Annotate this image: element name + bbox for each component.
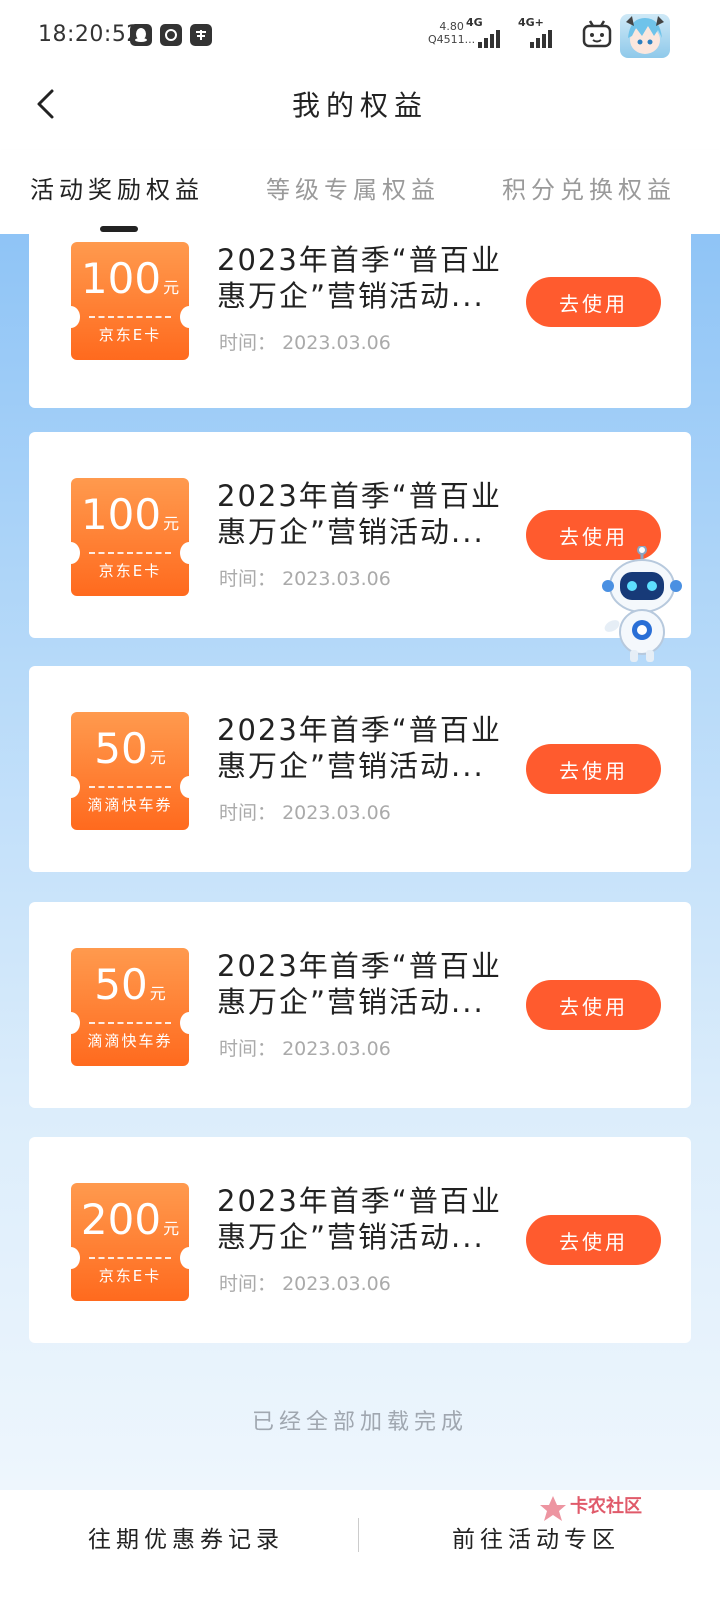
coupon-amount: 100 [80,490,162,539]
tab-points-exchange[interactable]: 积分兑换权益 [502,170,676,205]
benefit-card: 200 元 京东E卡 2023年首季“普百业惠万企”营销活动... 时间： 202… [29,1137,691,1343]
coupon-amount: 50 [94,960,148,1009]
coupon-type: 滴滴快车券 [87,1032,173,1050]
coupon-badge: 50 元 滴滴快车券 [62,948,198,1066]
card-title: 2023年首季“普百业惠万企”营销活动... [217,713,502,783]
signal-icon-1: 4G [466,16,508,52]
coupon-amount: 200 [80,1195,162,1244]
benefit-card: 100 元 京东E卡 2023年首季“普百业惠万企”营销活动... 时间： 202… [29,432,691,638]
use-button[interactable]: 去使用 [526,277,661,327]
alipay-icon [190,24,212,46]
tab-activity-rewards[interactable]: 活动奖励权益 [30,170,204,205]
card-time: 时间： 2023.03.06 [219,332,391,354]
card-time: 时间： 2023.03.06 [219,1038,391,1060]
coupon-badge: 100 元 京东E卡 [62,242,198,360]
card-title: 2023年首季“普百业惠万企”营销活动... [217,479,502,549]
card-title: 2023年首季“普百业惠万企”营销活动... [217,1184,502,1254]
status-bar: 18:20:52 4.80 Q4511... 4G 4G+ [0,0,720,72]
past-coupons-link[interactable]: 往期优惠券记录 [88,1520,284,1554]
coupon-badge: 200 元 京东E卡 [62,1183,198,1301]
coupon-amount: 100 [80,254,162,303]
bottom-bar: 往期优惠券记录 前往活动专区 卡农社区 [0,1490,720,1600]
active-tab-indicator [100,226,138,232]
coupon-badge: 100 元 京东E卡 [62,478,198,596]
coupon-type: 滴滴快车券 [87,796,173,814]
qq-icon [130,24,152,46]
load-complete-text: 已经全部加载完成 [251,1410,468,1435]
benefit-card: 100 元 京东E卡 2023年首季“普百业惠万企”营销活动... 时间： 202… [29,234,691,408]
benefit-list[interactable]: 100 元 京东E卡 2023年首季“普百业惠万企”营销活动... 时间： 202… [0,234,720,1490]
use-button[interactable]: 去使用 [526,744,661,794]
card-title: 2023年首季“普百业惠万企”营销活动... [217,949,502,1019]
use-button[interactable]: 去使用 [526,1215,661,1265]
tab-bar: 活动奖励权益 等级专属权益 积分兑换权益 [0,150,720,234]
avatar [620,14,670,58]
benefit-card: 50 元 滴滴快车券 2023年首季“普百业惠万企”营销活动... 时间： 202… [29,666,691,872]
nav-header: 我的权益 [0,72,720,136]
watermark-logo: 卡农社区 [538,1490,668,1540]
coupon-amount: 50 [94,724,148,773]
battery-icon [582,18,612,50]
page-title: 我的权益 [291,89,428,122]
signal-icon-2: 4G+ [518,16,560,52]
chat-icon [160,24,182,46]
card-title: 2023年首季“普百业惠万企”营销活动... [217,243,502,313]
coupon-type: 京东E卡 [98,326,162,344]
coupon-type: 京东E卡 [98,562,162,580]
assistant-robot-icon[interactable] [600,545,684,666]
bottom-divider [358,1518,359,1552]
card-time: 时间： 2023.03.06 [219,1273,391,1295]
card-time: 时间： 2023.03.06 [219,802,391,824]
use-button[interactable]: 去使用 [526,980,661,1030]
benefit-card: 50 元 滴滴快车券 2023年首季“普百业惠万企”营销活动... 时间： 202… [29,902,691,1108]
card-time: 时间： 2023.03.06 [219,568,391,590]
coupon-type: 京东E卡 [98,1267,162,1285]
status-time: 18:20:52 [38,22,141,47]
coupon-badge: 50 元 滴滴快车券 [62,712,198,830]
tab-level-benefits[interactable]: 等级专属权益 [266,170,440,205]
